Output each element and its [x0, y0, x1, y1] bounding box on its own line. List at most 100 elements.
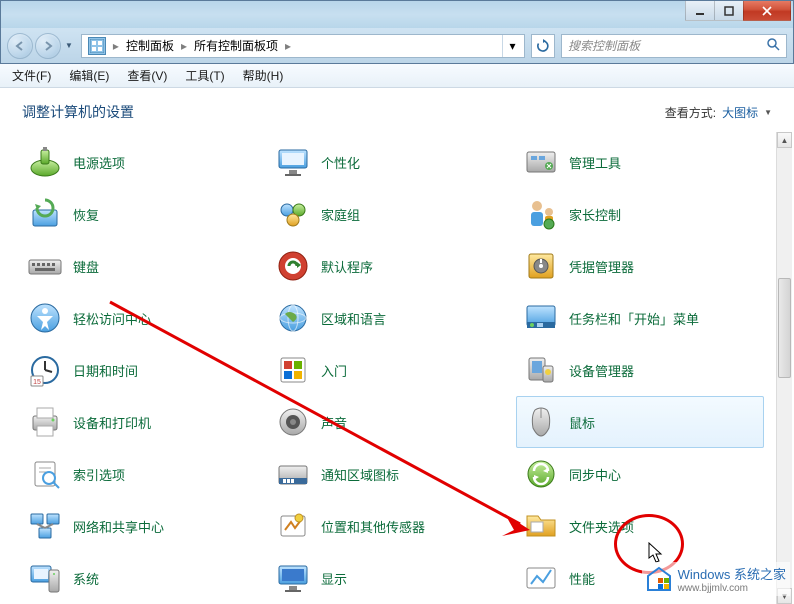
homegroup-icon — [275, 196, 311, 232]
cp-item-label: 同步中心 — [569, 465, 621, 484]
cp-item-label: 索引选项 — [73, 465, 125, 484]
cp-item-label: 通知区域图标 — [321, 465, 399, 484]
location-icon — [275, 508, 311, 544]
battery-icon — [27, 144, 63, 180]
cp-item-label: 鼠标 — [569, 413, 595, 432]
refresh-button[interactable] — [531, 34, 555, 58]
search-input[interactable]: 搜索控制面板 — [561, 34, 787, 58]
monitor-icon — [275, 144, 311, 180]
cp-item-label: 声音 — [321, 413, 347, 432]
address-bar[interactable]: ▸ 控制面板 ▸ 所有控制面板项 ▸ ▾ — [81, 34, 525, 58]
menu-edit[interactable]: 编辑(E) — [61, 65, 117, 86]
getting-started-icon — [275, 352, 311, 388]
cp-item-keyboard[interactable]: 键盘 — [20, 240, 268, 292]
breadcrumb-current[interactable]: 所有控制面板项 — [190, 35, 282, 57]
watermark-logo-icon — [646, 566, 672, 592]
clock-icon — [27, 352, 63, 388]
cp-item-taskbar-start[interactable]: 任务栏和「开始」菜单 — [516, 292, 764, 344]
chevron-down-icon[interactable]: ▼ — [764, 108, 772, 117]
globe-icon — [275, 300, 311, 336]
cp-item-label: 家庭组 — [321, 205, 360, 224]
ease-icon — [27, 300, 63, 336]
speaker-icon — [275, 404, 311, 440]
cp-item-label: 电源选项 — [73, 153, 125, 172]
items-grid: 电源选项 个性化 管理工具恢复 家庭组 家长控制键盘 默认程序凭据管理器轻松访问中心 区域和… — [20, 136, 778, 604]
cp-item-label: 区域和语言 — [321, 309, 386, 328]
content-header: 调整计算机的设置 查看方式: 大图标 ▼ — [0, 88, 794, 132]
printer-icon — [27, 404, 63, 440]
recovery-icon — [27, 196, 63, 232]
search-icon — [766, 37, 780, 54]
cp-item-default-programs[interactable]: 默认程序 — [268, 240, 516, 292]
sync-icon — [523, 456, 559, 492]
cp-item-sync-center[interactable]: 同步中心 — [516, 448, 764, 500]
nav-buttons: ▼ — [7, 33, 75, 59]
cp-item-label: 管理工具 — [569, 153, 621, 172]
menu-help[interactable]: 帮助(H) — [235, 65, 292, 86]
keyboard-icon — [27, 248, 63, 284]
scroll-thumb[interactable] — [778, 278, 791, 378]
tray-icon — [275, 456, 311, 492]
cp-item-parental[interactable]: 家长控制 — [516, 188, 764, 240]
cp-item-label: 任务栏和「开始」菜单 — [569, 309, 699, 328]
device-mgr-icon — [523, 352, 559, 388]
cp-item-date-time[interactable]: 日期和时间 — [20, 344, 268, 396]
cp-item-credential-manager[interactable]: 凭据管理器 — [516, 240, 764, 292]
cp-item-indexing[interactable]: 索引选项 — [20, 448, 268, 500]
tools-icon — [523, 144, 559, 180]
perf-icon — [523, 560, 559, 596]
maximize-button[interactable] — [714, 1, 744, 21]
cp-item-recovery[interactable]: 恢复 — [20, 188, 268, 240]
cp-item-label: 网络和共享中心 — [73, 517, 164, 536]
forward-button[interactable] — [35, 33, 61, 59]
cp-item-network-sharing[interactable]: 网络和共享中心 — [20, 500, 268, 552]
cp-item-label: 键盘 — [73, 257, 99, 276]
menu-view[interactable]: 查看(V) — [119, 65, 175, 86]
menu-tools[interactable]: 工具(T) — [177, 65, 232, 86]
items-viewport: 电源选项 个性化 管理工具恢复 家庭组 家长控制键盘 默认程序凭据管理器轻松访问中心 区域和… — [0, 132, 794, 604]
parental-icon — [523, 196, 559, 232]
window-controls — [686, 1, 791, 21]
view-by: 查看方式: 大图标 ▼ — [665, 104, 772, 121]
default-prog-icon — [275, 248, 311, 284]
menu-file[interactable]: 文件(F) — [4, 65, 59, 86]
cp-item-location-sensors[interactable]: 位置和其他传感器 — [268, 500, 516, 552]
cp-item-label: 位置和其他传感器 — [321, 517, 425, 536]
watermark: Windows 系统之家 www.bjjmlv.com — [642, 562, 790, 596]
cp-item-personalization[interactable]: 个性化 — [268, 136, 516, 188]
cp-item-display[interactable]: 显示 — [268, 552, 516, 604]
cp-item-admin-tools[interactable]: 管理工具 — [516, 136, 764, 188]
cp-item-label: 个性化 — [321, 153, 360, 172]
cp-item-ease-of-access[interactable]: 轻松访问中心 — [20, 292, 268, 344]
view-by-value[interactable]: 大图标 — [722, 104, 758, 121]
cp-item-label: 文件夹选项 — [569, 517, 634, 536]
scrollbar[interactable]: ▲ ▼ — [776, 132, 792, 604]
minimize-button[interactable] — [685, 1, 715, 21]
cp-item-devices-printers[interactable]: 设备和打印机 — [20, 396, 268, 448]
back-button[interactable] — [7, 33, 33, 59]
system-icon — [27, 560, 63, 596]
cp-item-notification-icons[interactable]: 通知区域图标 — [268, 448, 516, 500]
scroll-track[interactable] — [777, 148, 792, 588]
close-button[interactable] — [743, 1, 791, 21]
cp-item-system[interactable]: 系统 — [20, 552, 268, 604]
cp-item-homegroup[interactable]: 家庭组 — [268, 188, 516, 240]
search-placeholder: 搜索控制面板 — [568, 37, 640, 54]
page-title: 调整计算机的设置 — [22, 102, 134, 122]
nav-history-dropdown-icon[interactable]: ▼ — [63, 41, 75, 50]
cp-item-mouse[interactable]: 鼠标 — [516, 396, 764, 448]
breadcrumb-root[interactable]: 控制面板 — [122, 35, 178, 57]
cp-item-label: 轻松访问中心 — [73, 309, 151, 328]
control-panel-icon — [88, 37, 106, 55]
cp-item-label: 性能 — [569, 569, 595, 588]
cp-item-power-options[interactable]: 电源选项 — [20, 136, 268, 188]
cp-item-device-manager[interactable]: 设备管理器 — [516, 344, 764, 396]
cp-item-folder-options[interactable]: 文件夹选项 — [516, 500, 764, 552]
cp-item-region-language[interactable]: 区域和语言 — [268, 292, 516, 344]
nav-row: ▼ ▸ 控制面板 ▸ 所有控制面板项 ▸ ▾ 搜索控制面板 — [0, 28, 794, 64]
cp-item-label: 设备管理器 — [569, 361, 634, 380]
cp-item-getting-started[interactable]: 入门 — [268, 344, 516, 396]
address-dropdown-icon[interactable]: ▾ — [502, 35, 522, 57]
scroll-up-button[interactable]: ▲ — [777, 132, 792, 148]
cp-item-sound[interactable]: 声音 — [268, 396, 516, 448]
